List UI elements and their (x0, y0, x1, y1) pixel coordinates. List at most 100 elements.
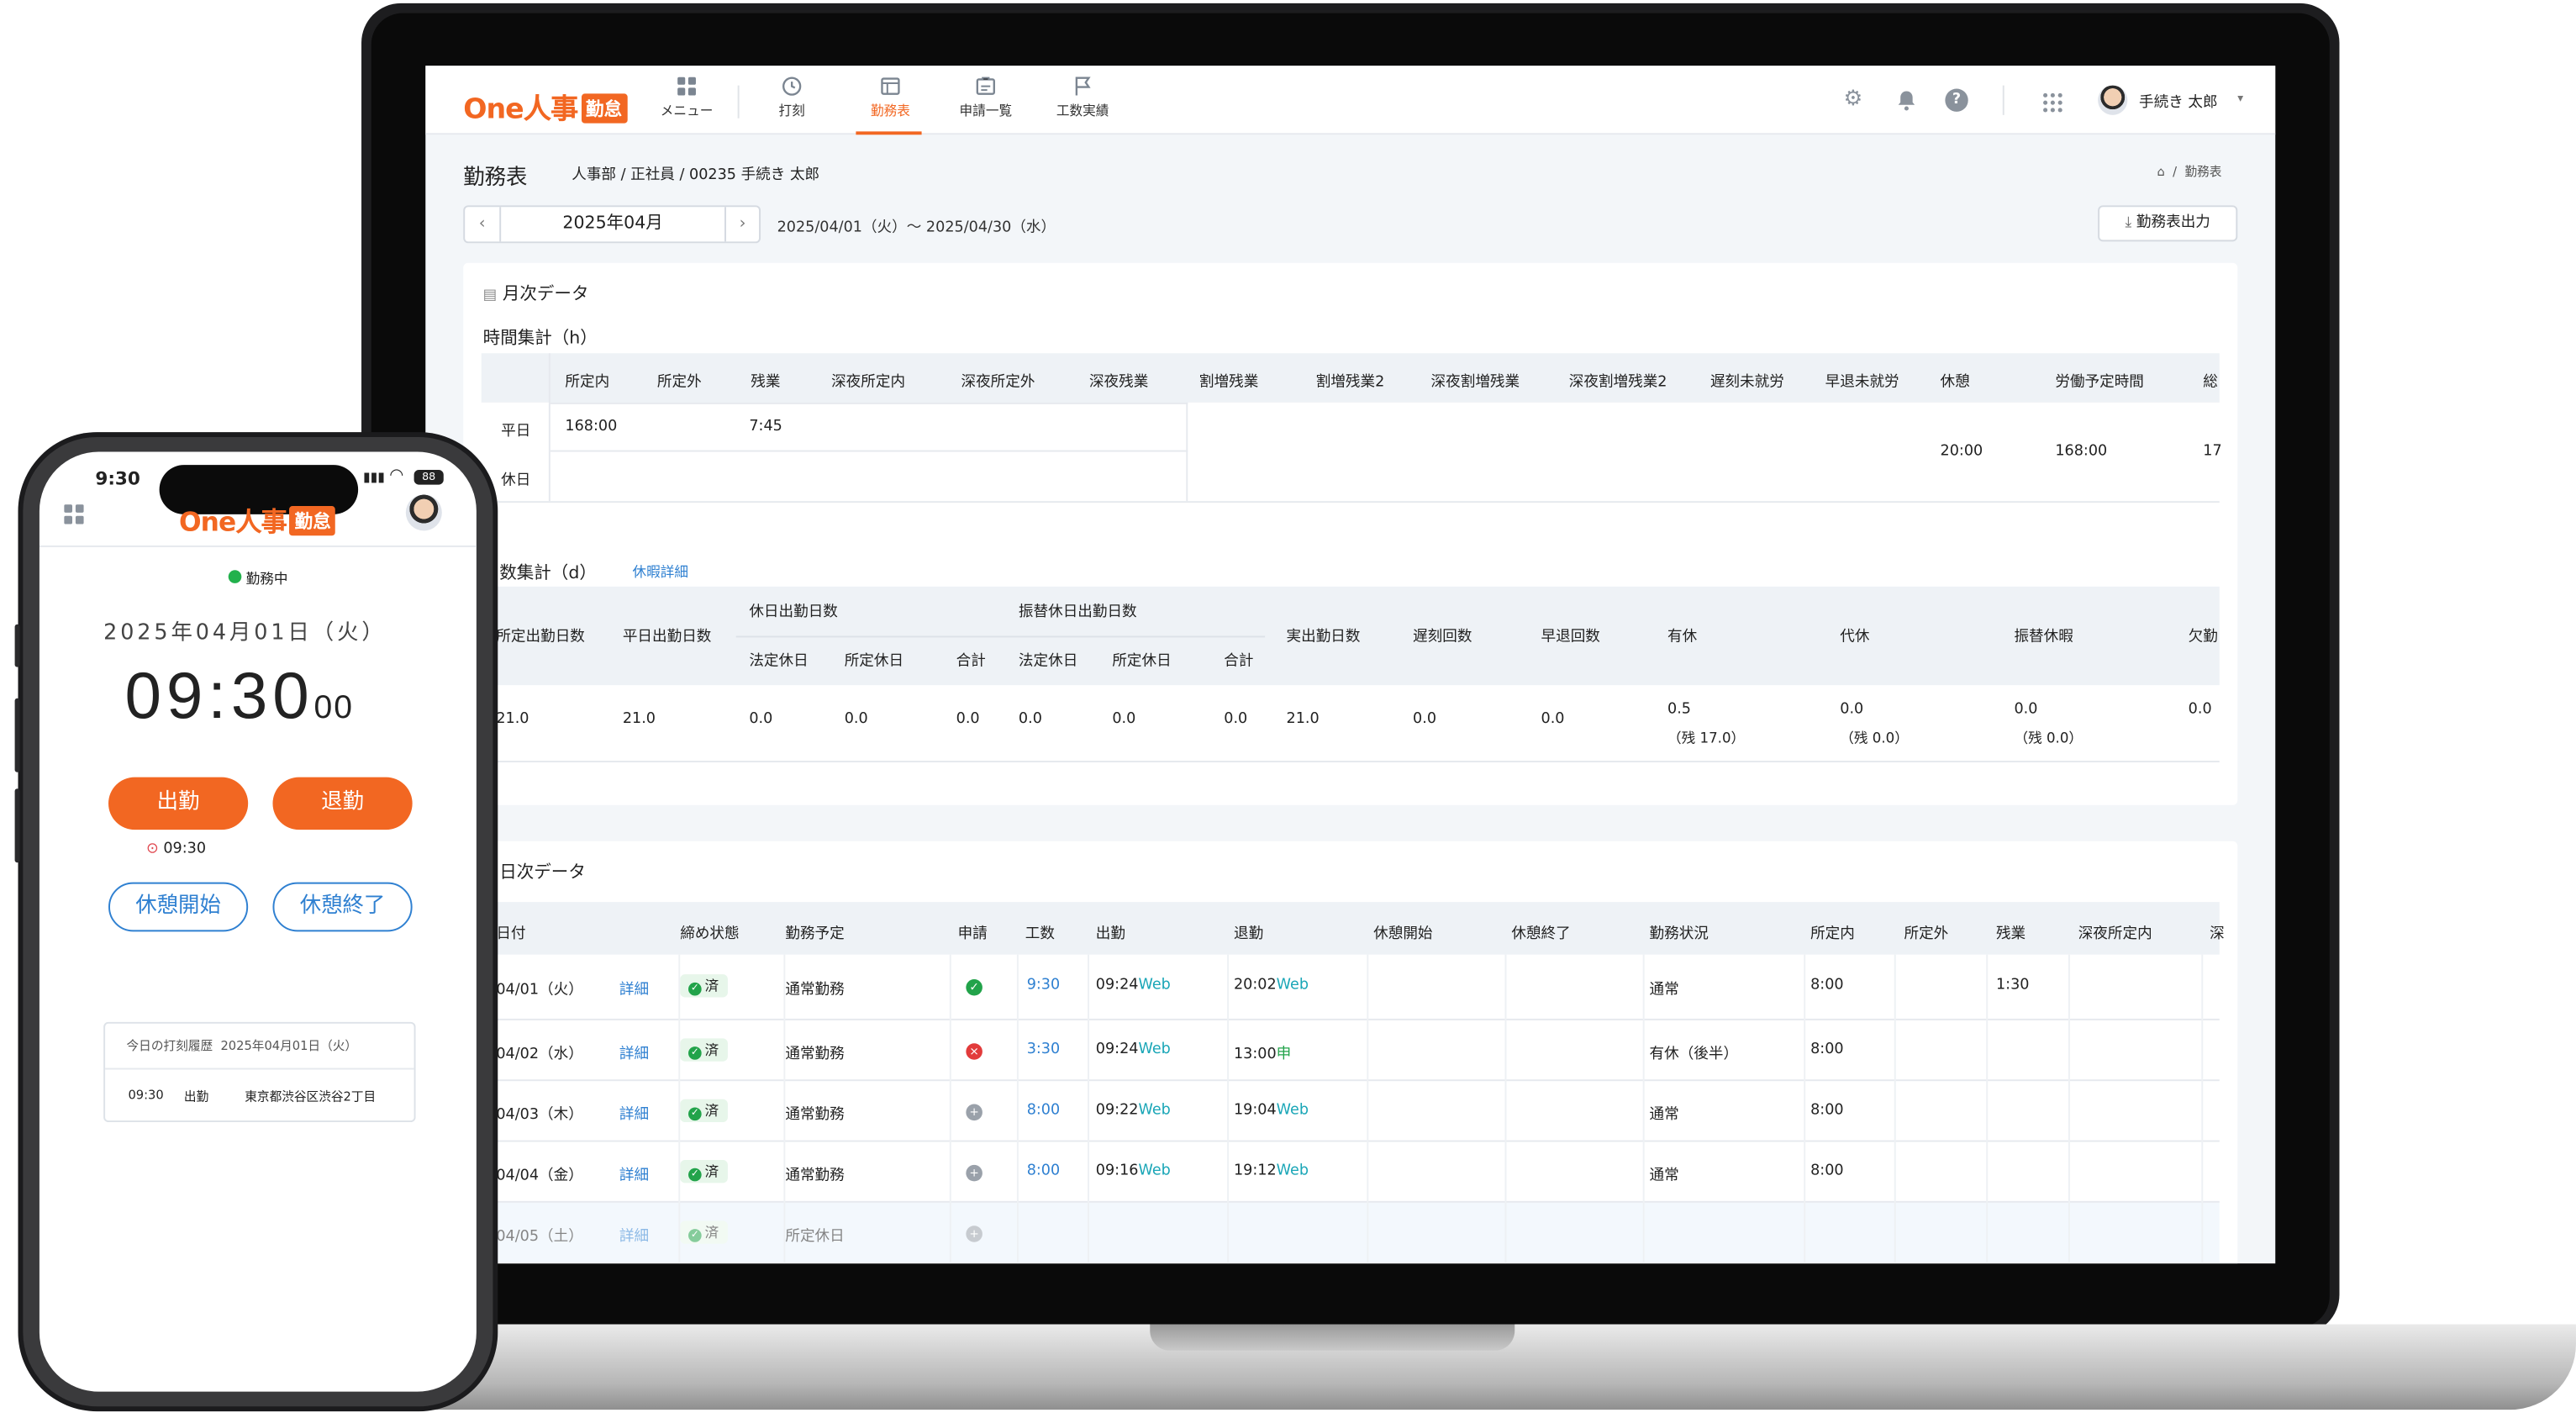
break-end-button[interactable]: 休憩終了 (272, 882, 413, 932)
row-clock-in: 09:22Web (1096, 1103, 1171, 1120)
user-avatar[interactable] (2098, 85, 2128, 115)
nav-clock[interactable]: 打刻 (779, 76, 805, 120)
approved-icon[interactable]: ✓ (966, 979, 982, 996)
location-time: 09:30 (163, 841, 207, 858)
home-icon[interactable]: ⌂ (2157, 164, 2165, 179)
clock-out-source: Web (1276, 978, 1309, 994)
export-timesheet-button[interactable]: ⤓ 勤務表出力 (2098, 205, 2238, 242)
row-workload[interactable]: 9:30 (1027, 978, 1061, 994)
closed-label: 済 (704, 979, 719, 996)
table-row[interactable]: 04/01（火） 詳細 ✓ 済通常勤務 ✓ 9:30 09:24Web 20:02Web 通常 8… (463, 955, 2220, 1020)
time-col-header: 残業 (751, 374, 781, 392)
user-name[interactable]: 手続き 太郎 (2139, 91, 2218, 112)
time-divider (1186, 402, 1188, 502)
table-row[interactable]: 04/05（土） 詳細 ✓ 済 所定休日 + (463, 1202, 2220, 1264)
notification-bell-icon[interactable] (1894, 89, 1917, 112)
break-hours: 20:00 (1940, 443, 1983, 461)
help-icon[interactable]: ? (1945, 88, 1968, 112)
clock-in-time: 09:22 (1095, 1102, 1139, 1120)
add-request-icon[interactable]: + (966, 1226, 982, 1242)
table-row[interactable]: 04/02（水） 詳細 ✓ 済 通常勤務 × 3:30 09:24Web 13:00申 有休（後半… (463, 1020, 2220, 1082)
nav-menu[interactable]: メニュー (661, 76, 713, 120)
column-separator (783, 954, 786, 1264)
closed-label: 済 (704, 1164, 719, 1182)
row-status: 有休（後半） (1649, 1046, 1739, 1063)
row-workload[interactable]: 8:00 (1027, 1103, 1061, 1120)
row-detail-link[interactable]: 詳細 (619, 1163, 649, 1185)
time-col-header: 割増残業2 (1315, 374, 1385, 392)
days-col-header: 欠勤 (2188, 629, 2218, 646)
nav-timesheet[interactable]: 勤務表 (871, 76, 910, 120)
phone-header-divider (39, 545, 477, 547)
leave-details-link[interactable]: 休暇詳細 (633, 562, 688, 582)
page-title: 勤務表 (463, 166, 528, 191)
days-sub-header: 法定休日 (749, 653, 809, 671)
nav-workload[interactable]: 工数実績 (1056, 76, 1109, 120)
row-workload[interactable]: 3:30 (1027, 1041, 1061, 1058)
row-detail-link[interactable]: 詳細 (619, 978, 649, 999)
app-logo[interactable]: One人事 勤怠 (463, 86, 627, 127)
paid-leave-remaining: （残 17.0） (1667, 730, 1746, 748)
work-status: 勤務中 (228, 568, 288, 588)
row-workload[interactable]: 8:00 (1027, 1163, 1061, 1180)
time-col-header: 割増残業 (1198, 374, 1259, 392)
date-range: 2025/04/01（火）〜 2025/04/30（水） (777, 219, 1056, 237)
column-separator (1986, 954, 1989, 1264)
row-detail-link[interactable]: 詳細 (619, 1103, 649, 1124)
phone-clock: 09:3000 (125, 661, 354, 735)
row-clock-in: 09:24Web (1096, 978, 1171, 994)
days-sub-header: 合計 (1224, 653, 1254, 671)
add-request-icon[interactable]: + (966, 1164, 982, 1182)
history-header: 今日の打刻履歴 2025年04月01日（火） (127, 1036, 358, 1055)
sub-leave-remaining: （残 0.0） (2014, 730, 2083, 748)
weekday-base-hours: 168:00 (565, 419, 618, 435)
rejected-icon[interactable]: × (966, 1043, 982, 1060)
days-col-header: 有休 (1667, 629, 1698, 646)
clock-hm: 09:30 (124, 660, 314, 733)
settings-gear-icon[interactable]: ⚙ (1841, 88, 1864, 112)
daily-col-header: 締め状態 (680, 926, 740, 943)
row-detail-link[interactable]: 詳細 (619, 1041, 649, 1063)
month-value[interactable]: 2025年04月 (501, 207, 724, 241)
time-col-header: 深夜残業 (1088, 374, 1149, 392)
days-sub-header: 合計 (956, 653, 986, 671)
daily-data-card: 日次データ 日付 締め状態 勤務予定 申請 工数 出勤 退勤 休憩開始 休憩終了 勤務状況 所定内所… (463, 841, 2238, 1264)
table-row[interactable]: 04/04（金） 詳細 ✓ 済通常勤務 +8:00 09:16Web 19:12Web 通常 8… (463, 1142, 2220, 1203)
row-plan: 通常勤務 (785, 1168, 845, 1185)
clock-icon (782, 76, 802, 96)
row-detail-link[interactable]: 詳細 (619, 1224, 649, 1246)
app-launcher-icon[interactable] (2042, 92, 2063, 113)
column-separator (1804, 954, 1806, 1264)
nav-applications[interactable]: 申請一覧 (960, 76, 1012, 120)
table-row[interactable]: 04/03（木） 詳細 ✓ 済通常勤務 +8:00 09:22Web 19:04Web 通常 8… (463, 1081, 2220, 1142)
check-icon: ✓ (688, 1046, 702, 1060)
days-col-header: 所定出勤日数 (496, 629, 585, 646)
daily-col-header: 勤務状況 (1649, 926, 1709, 943)
user-menu-chevron-down-icon[interactable]: ▾ (2237, 92, 2243, 105)
grid-icon (677, 76, 696, 96)
wifi-icon: ◠ (389, 467, 404, 485)
add-request-icon[interactable]: + (966, 1104, 982, 1121)
prev-month-chevron-left-icon[interactable]: ‹ (465, 207, 502, 242)
next-month-chevron-right-icon[interactable]: › (724, 207, 759, 242)
clock-in-button[interactable]: 出勤 (108, 777, 249, 830)
history-time: 09:30 (128, 1088, 164, 1103)
phone-user-avatar[interactable] (405, 494, 442, 531)
flag-icon (1075, 76, 1091, 96)
breadcrumb-current: 勤務表 (2184, 164, 2222, 180)
closed-label: 済 (704, 1226, 719, 1242)
days-summary-row (463, 685, 2220, 762)
clock-out-time: 19:04 (1233, 1102, 1277, 1120)
clock-in-time: 09:24 (1095, 978, 1139, 994)
daily-col-header: 深 (2210, 926, 2225, 943)
clock-out-button[interactable]: 退勤 (272, 777, 413, 830)
time-col-header: 深夜割増残業2 (1568, 374, 1667, 392)
days-value: 0.0 (1413, 711, 1437, 728)
export-label: 勤務表出力 (2136, 215, 2210, 232)
break-start-button[interactable]: 休憩開始 (108, 882, 249, 932)
row-date: 04/01（火） (496, 982, 583, 999)
grid-menu-icon[interactable] (64, 504, 84, 525)
application-list-icon (976, 76, 995, 95)
column-separator (949, 954, 951, 1264)
row-base-hours: 8:00 (1810, 1041, 1844, 1058)
